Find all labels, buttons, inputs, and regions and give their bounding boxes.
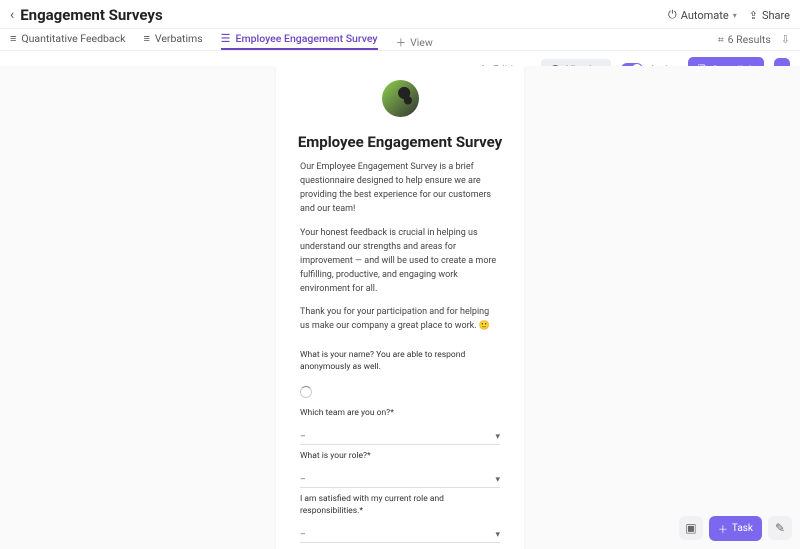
select-placeholder: –	[300, 432, 306, 442]
tab-label: Quantitative Feedback	[21, 32, 125, 45]
question-label: What is your role?	[300, 451, 500, 463]
question-label: Which team are you on?	[300, 408, 500, 420]
automate-label: Automate	[681, 9, 729, 22]
select-input[interactable]: – ▾	[300, 475, 500, 488]
add-view-button[interactable]: ＋ View	[396, 35, 433, 50]
select-placeholder: –	[300, 475, 306, 485]
share-button[interactable]: ⇪ Share	[749, 9, 790, 22]
question-role: What is your role? – ▾	[276, 445, 524, 488]
chevron-down-icon: ▾	[495, 432, 500, 442]
notepad-button[interactable]: ✎	[768, 516, 792, 540]
form-paragraph: Our Employee Engagement Survey is a brie…	[300, 161, 500, 217]
tab-quantitative-feedback[interactable]: ≡ Quantitative Feedback	[10, 29, 125, 50]
question-name: What is your name? You are able to respo…	[276, 344, 524, 402]
form-icon: ☰	[221, 32, 231, 45]
tab-label: Verbatims	[155, 32, 203, 45]
loading-spinner-icon	[300, 386, 312, 398]
results-count: ⌗ 6 Results	[718, 33, 771, 47]
chevron-down-icon: ▾	[495, 475, 500, 485]
form-paragraph: Thank you for your participation and for…	[300, 306, 500, 334]
tabs-list: ≡ Quantitative Feedback ≡ Verbatims ☰ Em…	[10, 29, 433, 50]
task-label: Task	[732, 523, 753, 534]
back-arrow-icon[interactable]: ‹	[10, 7, 14, 23]
tab-verbatims[interactable]: ≡ Verbatims	[143, 29, 202, 50]
chevron-down-icon: ▾	[495, 530, 500, 540]
chevron-down-icon: ▾	[733, 11, 737, 20]
new-task-button[interactable]: ＋ Task	[709, 516, 762, 541]
plus-icon: ＋	[718, 521, 728, 536]
question-team: Which team are you on? – ▾	[276, 402, 524, 445]
top-bar: ‹ Engagement Surveys ⏻ Automate ▾ ⇪ Shar…	[0, 0, 800, 29]
question-motivated: I feel motivated to exceed my current jo…	[276, 543, 524, 549]
share-icon: ⇪	[749, 9, 758, 22]
tabs-right: ⌗ 6 Results ⇩	[718, 33, 790, 47]
workspace-title: Engagement Surveys	[20, 6, 162, 24]
question-label: What is your name? You are able to respo…	[300, 350, 500, 374]
hash-icon: ⌗	[718, 33, 724, 47]
plus-icon: ＋	[396, 35, 407, 50]
clip-icon: ▣	[685, 521, 696, 535]
form-canvas: Employee Engagement Survey Our Employee …	[0, 66, 800, 549]
tab-employee-engagement-survey[interactable]: ☰ Employee Engagement Survey	[221, 29, 378, 50]
form-cover-image	[382, 80, 419, 117]
note-icon: ✎	[775, 521, 785, 535]
download-icon[interactable]: ⇩	[781, 33, 790, 46]
automate-button[interactable]: ⏻ Automate ▾	[668, 8, 737, 22]
form-title: Employee Engagement Survey	[276, 127, 524, 161]
share-label: Share	[762, 9, 790, 22]
select-input[interactable]: – ▾	[300, 530, 500, 543]
tab-label: Employee Engagement Survey	[236, 32, 378, 45]
list-icon: ≡	[143, 32, 149, 45]
top-bar-right: ⏻ Automate ▾ ⇪ Share	[668, 8, 790, 22]
question-satisfied: I am satisfied with my current role and …	[276, 488, 524, 543]
select-input[interactable]: – ▾	[300, 432, 500, 445]
fab-row: ▣ ＋ Task ✎	[679, 516, 792, 541]
list-icon: ≡	[10, 32, 16, 45]
add-view-label: View	[410, 36, 433, 49]
select-placeholder: –	[300, 530, 306, 540]
tabs-bar: ≡ Quantitative Feedback ≡ Verbatims ☰ Em…	[0, 29, 800, 51]
form-card: Employee Engagement Survey Our Employee …	[276, 66, 524, 549]
question-label: I am satisfied with my current role and …	[300, 494, 500, 518]
form-description: Our Employee Engagement Survey is a brie…	[276, 161, 524, 334]
form-paragraph: Your honest feedback is crucial in helpi…	[300, 227, 500, 297]
record-clip-button[interactable]: ▣	[679, 516, 703, 540]
top-bar-left: ‹ Engagement Surveys	[10, 6, 163, 24]
bolt-icon: ⏻	[668, 8, 677, 22]
